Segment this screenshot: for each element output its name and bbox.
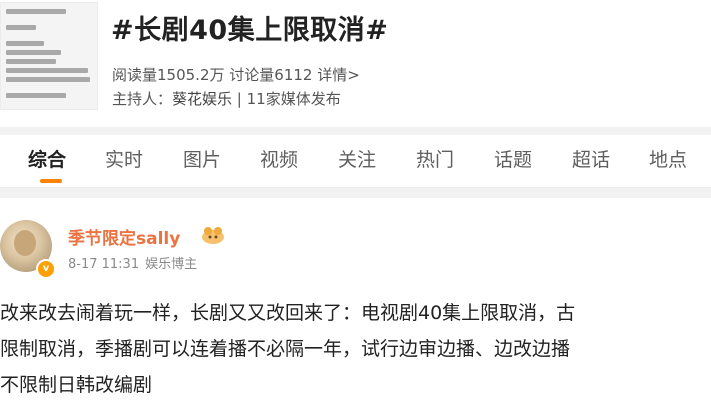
user-role: 娱乐博主 — [145, 257, 198, 272]
topic-header: #长剧40集上限取消# 阅读量1505.2万 讨论量6112 详情> 主持人：葵… — [0, 0, 711, 127]
tab-supertopic[interactable]: 超话 — [572, 145, 610, 172]
topic-thumbnail[interactable] — [0, 2, 98, 110]
post-username[interactable]: 季节限定sally — [68, 224, 180, 249]
section-divider — [0, 188, 711, 198]
tab-realtime[interactable]: 实时 — [105, 145, 143, 172]
topic-title: #长剧40集上限取消# — [111, 15, 389, 46]
media-count[interactable]: 11家媒体发布 — [247, 90, 341, 108]
tab-following[interactable]: 关注 — [338, 145, 376, 172]
topic-stats: 阅读量1505.2万 讨论量6112 详情> — [112, 64, 360, 85]
tab-comprehensive[interactable]: 综合 — [28, 145, 66, 172]
tab-videos[interactable]: 视频 — [260, 145, 298, 172]
read-count: 阅读量1505.2万 — [112, 66, 225, 84]
tab-images[interactable]: 图片 — [183, 145, 221, 172]
post-text-line: 限制取消，季播剧可以连着播不必隔一年，试行边审边播、边改边播 — [0, 338, 571, 360]
host-label: 主持人： — [112, 90, 173, 108]
member-crown-icon — [202, 227, 224, 244]
post-text-line: 不限制日韩改编剧 — [0, 374, 153, 396]
post-meta: 8-17 11:31 娱乐博主 — [68, 253, 197, 272]
post-timestamp[interactable]: 8-17 11:31 — [68, 257, 139, 272]
tab-hot[interactable]: 热门 — [416, 145, 454, 172]
topic-host: 主持人：葵花娱乐 | 11家媒体发布 — [112, 88, 341, 109]
tab-topics[interactable]: 话题 — [494, 145, 532, 172]
active-tab-indicator — [40, 179, 62, 183]
tab-location[interactable]: 地点 — [649, 145, 687, 172]
host-separator: | — [232, 90, 247, 108]
discuss-count: 讨论量6112 — [229, 66, 313, 84]
host-name[interactable]: 葵花娱乐 — [172, 90, 232, 108]
post-text-line: 改来改去闹着玩一样，长剧又又改回来了：电视剧40集上限取消，古 — [0, 302, 576, 324]
section-divider — [0, 127, 711, 135]
details-link[interactable]: 详情> — [317, 66, 360, 84]
tab-bar: 综合 实时 图片 视频 关注 热门 话题 超话 地点 — [0, 135, 711, 188]
verified-badge-icon: v — [36, 259, 56, 279]
